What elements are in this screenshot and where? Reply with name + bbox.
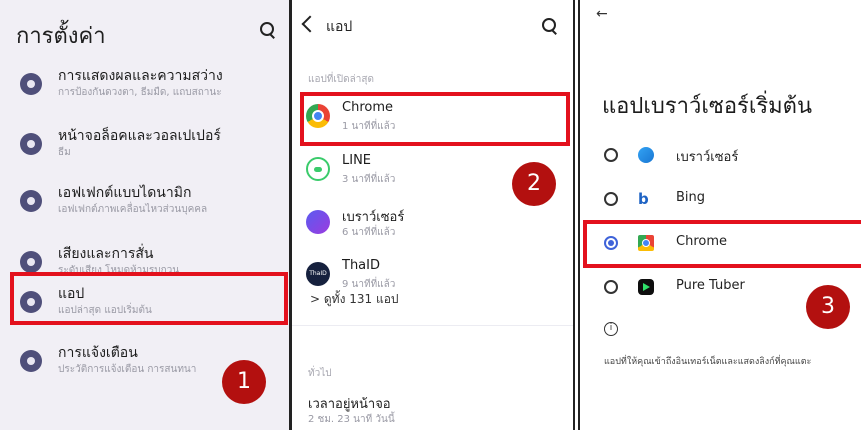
- radio-button[interactable]: [604, 148, 618, 162]
- settings-item-subtitle: การป้องกันดวงตา, ธีมมืด, แถบสถานะ: [58, 87, 222, 98]
- search-icon[interactable]: [540, 16, 558, 34]
- screen-time-item[interactable]: เวลาอยู่หน้าจอ 2 ชม. 23 นาที วันนี้: [292, 385, 573, 430]
- app-name: เบราว์เซอร์: [342, 210, 405, 225]
- highlight-box-apps: [10, 272, 288, 325]
- step-badge-3: 3: [806, 285, 850, 329]
- settings-item-subtitle: เอฟเฟกต์ภาพเคลื่อนไหวส่วนบุคคล: [58, 204, 208, 215]
- settings-header: การตั้งค่า: [0, 0, 289, 62]
- settings-item-display[interactable]: การแสดงผลและความสว่าง การป้องกันดวงตา, ธ…: [0, 55, 289, 113]
- sound-icon: [20, 251, 42, 273]
- settings-item-title: หน้าจอล็อคและวอลเปเปอร์: [58, 128, 221, 144]
- section-header-recent: แอปที่เปิดล่าสุด: [308, 74, 374, 85]
- app-name: LINE: [342, 153, 372, 168]
- thaid-icon: ThaID: [306, 262, 330, 286]
- info-icon: i: [604, 322, 618, 336]
- settings-item-subtitle: ประวัติการแจ้งเตือน การสนทนา: [58, 364, 197, 375]
- page-title: แอป: [326, 19, 353, 35]
- option-label: Pure Tuber: [676, 278, 745, 293]
- section-header-general: ทั่วไป: [308, 368, 332, 379]
- option-label: เบราว์เซอร์: [676, 150, 739, 165]
- option-label: Bing: [676, 190, 706, 205]
- screen-time-title: เวลาอยู่หน้าจอ: [308, 397, 391, 412]
- info-note: แอปที่ให้คุณเข้าถึงอินเทอร์เน็ตและแสดงลิ…: [604, 357, 812, 367]
- radio-button[interactable]: [604, 192, 618, 206]
- settings-item-lockscreen[interactable]: หน้าจอล็อคและวอลเปเปอร์ ธีม: [0, 115, 289, 173]
- option-bing[interactable]: b Bing: [580, 177, 861, 221]
- step-badge-1: 1: [222, 360, 266, 404]
- settings-screen: การตั้งค่า การแสดงผลและความสว่าง การป้อง…: [0, 0, 290, 430]
- display-icon: [20, 73, 42, 95]
- pure-tuber-icon: [638, 279, 654, 295]
- settings-item-title: เอฟเฟกต์แบบไดนามิก: [58, 185, 192, 201]
- browser-icon: [638, 147, 654, 163]
- default-browser-screen: ← แอปเบราว์เซอร์เริ่มต้น เบราว์เซอร์ b B…: [578, 0, 861, 430]
- back-chevron-icon[interactable]: [301, 15, 319, 33]
- settings-item-subtitle: ธีม: [58, 147, 71, 158]
- app-name: ThaID: [342, 258, 380, 273]
- bing-icon: b: [638, 190, 649, 208]
- browser-icon: [306, 210, 330, 234]
- app-last-used: 6 นาทีที่แล้ว: [342, 227, 396, 238]
- search-icon[interactable]: [258, 20, 276, 38]
- divider: [292, 325, 573, 326]
- settings-item-title: การแสดงผลและความสว่าง: [58, 68, 223, 84]
- settings-item-title: การแจ้งเตือน: [58, 345, 138, 361]
- highlight-box-chrome-option: [583, 220, 861, 268]
- app-item-browser[interactable]: เบราว์เซอร์ 6 นาทีที่แล้ว: [292, 198, 573, 250]
- page-title: แอปเบราว์เซอร์เริ่มต้น: [602, 94, 813, 119]
- line-icon: [306, 157, 330, 181]
- settings-item-title: เสียงและการสั่น: [58, 246, 154, 262]
- lockscreen-icon: [20, 133, 42, 155]
- effects-icon: [20, 190, 42, 212]
- notification-icon: [20, 350, 42, 372]
- see-all-apps-link[interactable]: > ดูทั้ง 131 แอป: [310, 290, 399, 309]
- app-last-used: 3 นาทีที่แล้ว: [342, 174, 396, 185]
- radio-button[interactable]: [604, 280, 618, 294]
- page-title: การตั้งค่า: [16, 24, 106, 49]
- screen-time-value: 2 ชม. 23 นาที วันนี้: [308, 414, 395, 425]
- highlight-box-chrome: [300, 92, 570, 146]
- apps-screen: แอป แอปที่เปิดล่าสุด Chrome 1 นาทีที่แล้…: [290, 0, 575, 430]
- settings-item-dynamic-effects[interactable]: เอฟเฟกต์แบบไดนามิก เอฟเฟกต์ภาพเคลื่อนไหว…: [0, 172, 289, 230]
- back-arrow-icon[interactable]: ←: [596, 6, 608, 22]
- option-browser[interactable]: เบราว์เซอร์: [580, 133, 861, 177]
